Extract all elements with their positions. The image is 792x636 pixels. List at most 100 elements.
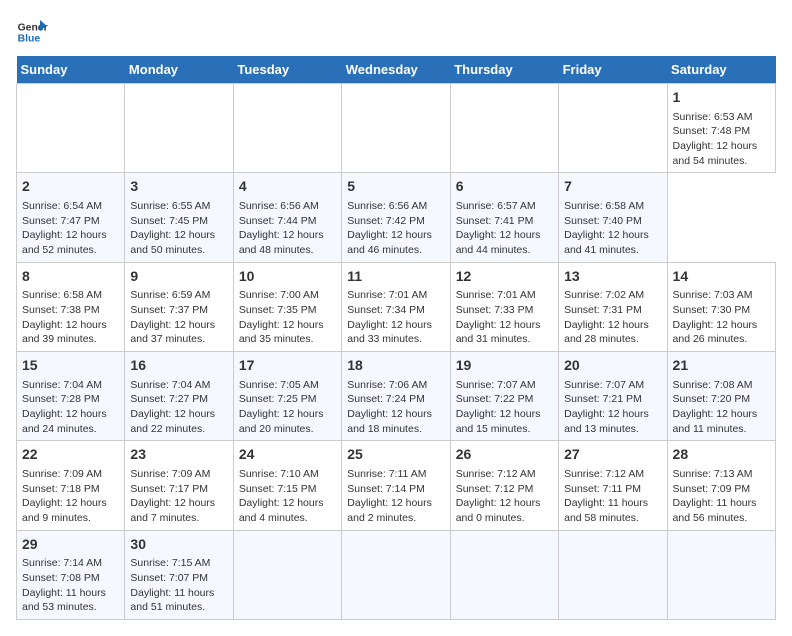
day-number: 2 — [22, 177, 119, 197]
calendar-week-1: 1Sunrise: 6:53 AMSunset: 7:48 PMDaylight… — [17, 84, 776, 173]
day-cell-20: 20Sunrise: 7:07 AMSunset: 7:21 PMDayligh… — [559, 352, 667, 441]
daylight-text: Daylight: 12 hours and 35 minutes. — [239, 318, 336, 347]
day-number: 19 — [456, 356, 553, 376]
sunset-text: Sunset: 7:27 PM — [130, 392, 227, 407]
sunset-text: Sunset: 7:41 PM — [456, 214, 553, 229]
day-cell-3: 3 Sunrise: 6:55 AMSunset: 7:45 PMDaylight… — [125, 173, 233, 262]
daylight-text: Daylight: 11 hours and 58 minutes. — [564, 496, 661, 525]
calendar-table: SundayMondayTuesdayWednesdayThursdayFrid… — [16, 56, 776, 620]
daylight-text: Daylight: 11 hours and 53 minutes. — [22, 586, 119, 615]
day-number: 29 — [22, 535, 119, 555]
day-number: 23 — [130, 445, 227, 465]
sunset-text: Sunset: 7:12 PM — [456, 482, 553, 497]
empty-cell — [450, 84, 558, 173]
calendar-week-4: 15Sunrise: 7:04 AMSunset: 7:28 PMDayligh… — [17, 352, 776, 441]
day-cell-22: 22Sunrise: 7:09 AMSunset: 7:18 PMDayligh… — [17, 441, 125, 530]
day-cell-27: 27Sunrise: 7:12 AMSunset: 7:11 PMDayligh… — [559, 441, 667, 530]
day-cell-24: 24Sunrise: 7:10 AMSunset: 7:15 PMDayligh… — [233, 441, 341, 530]
sunrise-text: Sunrise: 7:04 AM — [130, 378, 227, 393]
day-number: 17 — [239, 356, 336, 376]
sunset-text: Sunset: 7:20 PM — [673, 392, 770, 407]
daylight-text: Daylight: 11 hours and 56 minutes. — [673, 496, 770, 525]
daylight-text: Daylight: 12 hours and 28 minutes. — [564, 318, 661, 347]
empty-cell — [342, 530, 450, 619]
sunrise-text: Sunrise: 7:11 AM — [347, 467, 444, 482]
daylight-text: Daylight: 12 hours and 33 minutes. — [347, 318, 444, 347]
day-number: 1 — [673, 88, 770, 108]
sunrise-text: Sunrise: 6:56 AM — [239, 199, 336, 214]
sunrise-text: Sunrise: 6:55 AM — [130, 199, 227, 214]
sunset-text: Sunset: 7:21 PM — [564, 392, 661, 407]
sunrise-text: Sunrise: 7:02 AM — [564, 288, 661, 303]
sunrise-text: Sunrise: 7:07 AM — [564, 378, 661, 393]
sunrise-text: Sunrise: 6:59 AM — [130, 288, 227, 303]
sunset-text: Sunset: 7:18 PM — [22, 482, 119, 497]
day-number: 11 — [347, 267, 444, 287]
daylight-text: Daylight: 12 hours and 24 minutes. — [22, 407, 119, 436]
sunrise-text: Sunrise: 7:03 AM — [673, 288, 770, 303]
daylight-text: Daylight: 12 hours and 52 minutes. — [22, 228, 119, 257]
sunset-text: Sunset: 7:14 PM — [347, 482, 444, 497]
daylight-text: Daylight: 12 hours and 41 minutes. — [564, 228, 661, 257]
daylight-text: Daylight: 12 hours and 22 minutes. — [130, 407, 227, 436]
sunset-text: Sunset: 7:15 PM — [239, 482, 336, 497]
daylight-text: Daylight: 12 hours and 48 minutes. — [239, 228, 336, 257]
day-cell-2: 2Sunrise: 6:54 AMSunset: 7:47 PMDaylight… — [17, 173, 125, 262]
empty-cell — [450, 530, 558, 619]
sunset-text: Sunset: 7:42 PM — [347, 214, 444, 229]
day-cell-4: 4 Sunrise: 6:56 AMSunset: 7:44 PMDaylight… — [233, 173, 341, 262]
day-cell-13: 13Sunrise: 7:02 AMSunset: 7:31 PMDayligh… — [559, 262, 667, 351]
sunset-text: Sunset: 7:40 PM — [564, 214, 661, 229]
sunrise-text: Sunrise: 6:53 AM — [673, 110, 770, 125]
sunset-text: Sunset: 7:45 PM — [130, 214, 227, 229]
sunrise-text: Sunrise: 7:08 AM — [673, 378, 770, 393]
daylight-text: Daylight: 12 hours and 50 minutes. — [130, 228, 227, 257]
day-number: 3 — [130, 177, 227, 197]
sunset-text: Sunset: 7:38 PM — [22, 303, 119, 318]
day-cell-10: 10Sunrise: 7:00 AMSunset: 7:35 PMDayligh… — [233, 262, 341, 351]
day-cell-12: 12Sunrise: 7:01 AMSunset: 7:33 PMDayligh… — [450, 262, 558, 351]
daylight-text: Daylight: 12 hours and 11 minutes. — [673, 407, 770, 436]
day-cell-25: 25Sunrise: 7:11 AMSunset: 7:14 PMDayligh… — [342, 441, 450, 530]
empty-cell — [17, 84, 125, 173]
header-row: SundayMondayTuesdayWednesdayThursdayFrid… — [17, 56, 776, 84]
day-number: 4 — [239, 177, 336, 197]
daylight-text: Daylight: 12 hours and 15 minutes. — [456, 407, 553, 436]
calendar-week-2: 2Sunrise: 6:54 AMSunset: 7:47 PMDaylight… — [17, 173, 776, 262]
daylight-text: Daylight: 12 hours and 26 minutes. — [673, 318, 770, 347]
day-cell-30: 30Sunrise: 7:15 AMSunset: 7:07 PMDayligh… — [125, 530, 233, 619]
sunrise-text: Sunrise: 7:13 AM — [673, 467, 770, 482]
day-cell-14: 14Sunrise: 7:03 AMSunset: 7:30 PMDayligh… — [667, 262, 775, 351]
daylight-text: Daylight: 12 hours and 18 minutes. — [347, 407, 444, 436]
day-number: 10 — [239, 267, 336, 287]
sunrise-text: Sunrise: 7:05 AM — [239, 378, 336, 393]
day-cell-26: 26Sunrise: 7:12 AMSunset: 7:12 PMDayligh… — [450, 441, 558, 530]
day-number: 9 — [130, 267, 227, 287]
day-cell-29: 29Sunrise: 7:14 AMSunset: 7:08 PMDayligh… — [17, 530, 125, 619]
daylight-text: Daylight: 12 hours and 7 minutes. — [130, 496, 227, 525]
daylight-text: Daylight: 12 hours and 37 minutes. — [130, 318, 227, 347]
sunrise-text: Sunrise: 7:00 AM — [239, 288, 336, 303]
sunset-text: Sunset: 7:22 PM — [456, 392, 553, 407]
sunrise-text: Sunrise: 7:09 AM — [130, 467, 227, 482]
sunset-text: Sunset: 7:48 PM — [673, 124, 770, 139]
day-number: 24 — [239, 445, 336, 465]
sunrise-text: Sunrise: 7:12 AM — [456, 467, 553, 482]
day-cell-5: 5Sunrise: 6:56 AMSunset: 7:42 PMDaylight… — [342, 173, 450, 262]
sunset-text: Sunset: 7:44 PM — [239, 214, 336, 229]
sunset-text: Sunset: 7:11 PM — [564, 482, 661, 497]
daylight-text: Daylight: 12 hours and 9 minutes. — [22, 496, 119, 525]
empty-cell — [667, 530, 775, 619]
empty-cell — [559, 530, 667, 619]
daylight-text: Daylight: 12 hours and 39 minutes. — [22, 318, 119, 347]
daylight-text: Daylight: 12 hours and 44 minutes. — [456, 228, 553, 257]
day-number: 28 — [673, 445, 770, 465]
day-number: 6 — [456, 177, 553, 197]
day-header-tuesday: Tuesday — [233, 56, 341, 84]
day-cell-23: 23Sunrise: 7:09 AMSunset: 7:17 PMDayligh… — [125, 441, 233, 530]
day-cell-11: 11Sunrise: 7:01 AMSunset: 7:34 PMDayligh… — [342, 262, 450, 351]
day-cell-21: 21Sunrise: 7:08 AMSunset: 7:20 PMDayligh… — [667, 352, 775, 441]
sunrise-text: Sunrise: 6:54 AM — [22, 199, 119, 214]
day-number: 22 — [22, 445, 119, 465]
sunset-text: Sunset: 7:34 PM — [347, 303, 444, 318]
